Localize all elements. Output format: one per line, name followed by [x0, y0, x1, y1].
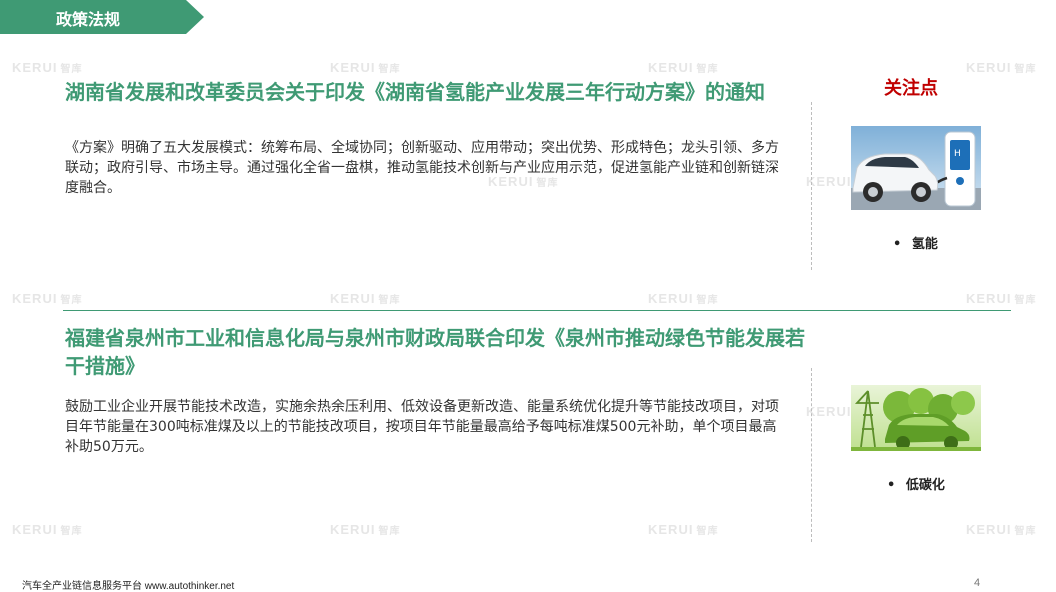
- policy-body: 《方案》明确了五大发展模式：统筹布局、全域协同；创新驱动、应用带动；突出优势、形…: [65, 140, 779, 196]
- column-separator: [811, 102, 812, 270]
- watermark: KERUI智库: [648, 291, 719, 306]
- focus-tag: • 氢能: [893, 233, 938, 252]
- bullet: •: [893, 237, 902, 252]
- focus-tag-label: 低碳化: [905, 478, 945, 493]
- watermark: KERUI智库: [12, 291, 83, 306]
- focus-tag: • 低碳化: [887, 474, 945, 493]
- policy-title: 福建省泉州市工业和信息化局与泉州市财政局联合印发《泉州市推动绿色节能发展若干措施…: [65, 326, 805, 378]
- bullet: •: [887, 478, 896, 493]
- svg-text:H: H: [954, 149, 961, 159]
- hydrogen-car-charging-image: H: [851, 126, 981, 210]
- watermark: KERUI智库: [12, 60, 83, 75]
- focus-heading: 关注点: [884, 78, 938, 99]
- watermark: KERUI智库: [648, 60, 719, 75]
- green-car-low-carbon-image: [851, 385, 981, 451]
- policy-body: 鼓励工业企业开展节能技术改造，实施余热余压利用、低效设备更新改造、能量系统优化提…: [65, 399, 779, 455]
- watermark: KERUI智库: [966, 291, 1037, 306]
- watermark: KERUI智库: [966, 60, 1037, 75]
- watermark: KERUI智库: [330, 291, 401, 306]
- footer-text: 汽车全产业链信息服务平台 www.autothinker.net: [22, 581, 235, 592]
- focus-tag-label: 氢能: [911, 237, 938, 252]
- section-divider: [63, 310, 1011, 311]
- watermark: KERUI智库: [648, 522, 719, 537]
- column-separator: [811, 368, 812, 542]
- watermark: KERUI智库: [12, 522, 83, 537]
- watermark: KERUI智库: [330, 522, 401, 537]
- watermark: KERUI智库: [966, 522, 1037, 537]
- policy-title: 湖南省发展和改革委员会关于印发《湖南省氢能产业发展三年行动方案》的通知: [65, 80, 765, 104]
- page-number: 4: [974, 577, 981, 589]
- section-title: 政策法规: [56, 10, 121, 29]
- watermark: KERUI智库: [330, 60, 401, 75]
